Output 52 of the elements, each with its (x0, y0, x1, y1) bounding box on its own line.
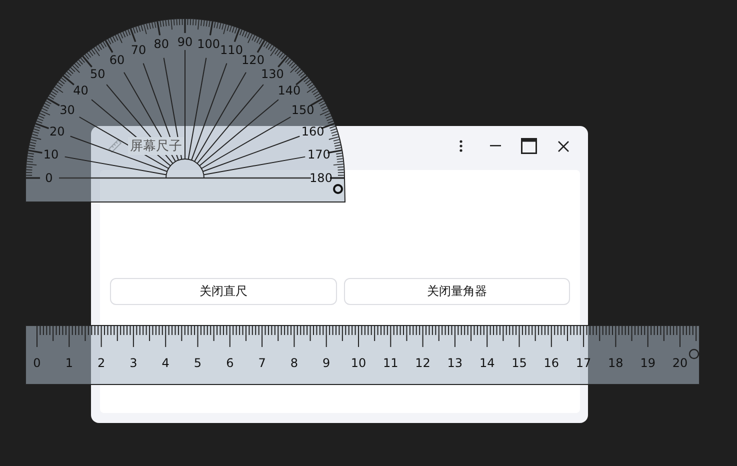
more-icon (459, 140, 463, 152)
angle-label: 120 (242, 53, 264, 68)
cm-label: 0 (33, 356, 41, 370)
close-icon (558, 140, 568, 152)
protractor-drawing[interactable] (25, 18, 346, 202)
angle-label: 90 (177, 35, 193, 49)
rotate-handle-icon[interactable] (688, 348, 700, 360)
angle-label: 130 (260, 66, 284, 81)
cm-label: 5 (194, 356, 202, 370)
cm-label: 18 (608, 356, 624, 370)
close-tool-button[interactable]: 关闭直尺 (110, 278, 336, 305)
cm-label: 3 (130, 356, 138, 370)
cm-label: 1 (65, 356, 73, 370)
cm-label: 11 (383, 356, 398, 370)
window-title: 屏幕尺子 (128, 137, 184, 155)
cm-label: 19 (640, 356, 656, 370)
close-tool-button[interactable]: 关闭量角器 (344, 278, 570, 305)
angle-label: 70 (130, 43, 146, 58)
cm-label: 20 (672, 356, 688, 370)
cm-label: 10 (350, 356, 366, 370)
cm-label: 9 (322, 356, 330, 370)
angle-label: 170 (307, 147, 330, 162)
cm-label: 8 (290, 356, 298, 370)
angle-label: 60 (109, 53, 125, 68)
cm-label: 14 (479, 356, 495, 370)
angle-label: 10 (43, 147, 59, 162)
angle-label: 80 (154, 37, 170, 52)
angle-label: 160 (301, 124, 324, 138)
cm-label: 2 (97, 356, 106, 370)
cm-label: 4 (162, 356, 170, 370)
rotate-handle-icon[interactable] (333, 184, 343, 194)
cm-label: 17 (576, 356, 592, 370)
cm-label: 6 (226, 356, 234, 370)
angle-label: 180 (310, 171, 332, 185)
maximize-icon (521, 138, 537, 154)
angle-label: 110 (220, 43, 243, 58)
angle-label: 30 (60, 103, 75, 117)
angle-label: 0 (45, 171, 53, 185)
ruler-icon (108, 139, 122, 153)
cm-label: 15 (512, 356, 527, 370)
cm-label: 13 (447, 356, 463, 370)
cm-label: 7 (258, 356, 266, 370)
cm-label: 16 (544, 356, 560, 370)
ruler-drawing[interactable] (25, 325, 700, 385)
angle-label: 140 (278, 84, 301, 98)
angle-label: 100 (197, 37, 220, 52)
angle-label: 50 (90, 66, 106, 81)
angle-label: 40 (73, 84, 88, 98)
minimize-icon (490, 145, 500, 147)
angle-label: 20 (50, 124, 65, 138)
angle-label: 150 (291, 103, 314, 117)
cm-label: 12 (415, 356, 430, 370)
